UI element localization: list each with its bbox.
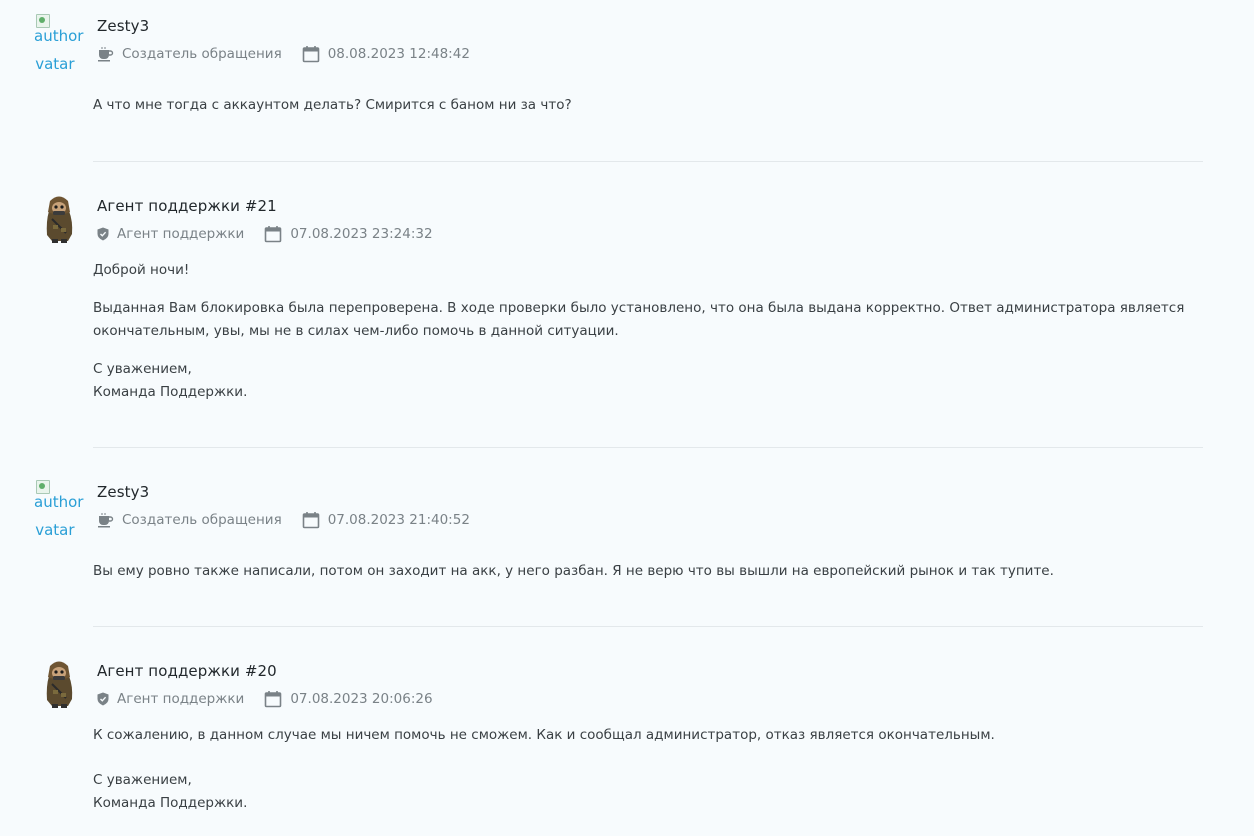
author-name[interactable]: Агент поддержки #20 (97, 662, 277, 680)
message-paragraph: С уважением, (93, 361, 192, 377)
message-body: Доброй ночи! Выданная Вам блокировка был… (93, 259, 1203, 404)
avatar-alt-text: avatar (34, 521, 75, 539)
author-name[interactable]: Zesty3 (97, 483, 149, 501)
message-date: 07.08.2023 20:06:26 (290, 691, 433, 707)
agent-avatar (46, 196, 73, 243)
author-name[interactable]: Агент поддержки #21 (97, 197, 277, 215)
message-date: 07.08.2023 21:40:52 (327, 512, 470, 528)
calendar-icon (264, 225, 282, 243)
author-role: Агент поддержки (117, 691, 245, 707)
agent-avatar (46, 661, 73, 708)
message-paragraph: Команда Поддержки. (93, 384, 248, 400)
calendar-icon (302, 511, 320, 529)
message-date: 08.08.2023 12:48:42 (327, 46, 470, 62)
author-role: Агент поддержки (117, 226, 245, 242)
message-paragraph: Доброй ночи! (93, 262, 190, 278)
broken-image-icon (36, 14, 50, 28)
message-paragraph: К сожалению, в данном случае мы ничем по… (93, 727, 995, 743)
author-avatar: author avatar (34, 480, 84, 540)
message-body: Вы ему ровно также написали, потом он за… (93, 560, 1203, 583)
message-divider (93, 626, 1203, 627)
message-body: К сожалению, в данном случае мы ничем по… (93, 724, 1203, 815)
message-meta: Создатель обращения 07.08.2023 21:40:52 (97, 511, 470, 529)
coffee-cup-icon (97, 512, 114, 528)
avatar-alt-text: avatar (34, 55, 75, 73)
message-meta: Агент поддержки 07.08.2023 20:06:26 (97, 690, 433, 708)
message-date: 07.08.2023 23:24:32 (290, 226, 433, 242)
message-meta: Агент поддержки 07.08.2023 23:24:32 (97, 225, 433, 243)
author-role: Создатель обращения (122, 46, 282, 62)
ticket-thread: author avatar Zesty3 Создатель обращения… (0, 0, 1254, 836)
message-paragraph: С уважением, (93, 772, 192, 788)
message-paragraph: Выданная Вам блокировка была перепровере… (93, 300, 1185, 339)
calendar-icon (302, 45, 320, 63)
shield-icon (97, 692, 109, 706)
message-body: А что мне тогда с аккаунтом делать? Смир… (93, 94, 1203, 117)
coffee-cup-icon (97, 46, 114, 62)
broken-image-icon (36, 480, 50, 494)
message-paragraph: А что мне тогда с аккаунтом делать? Смир… (93, 97, 572, 113)
author-avatar: author avatar (34, 14, 84, 74)
calendar-icon (264, 690, 282, 708)
message-meta: Создатель обращения 08.08.2023 12:48:42 (97, 45, 470, 63)
message-divider (93, 447, 1203, 448)
message-divider (93, 161, 1203, 162)
author-name[interactable]: Zesty3 (97, 17, 149, 35)
author-role: Создатель обращения (122, 512, 282, 528)
shield-icon (97, 227, 109, 241)
message-paragraph: Вы ему ровно также написали, потом он за… (93, 563, 1054, 579)
message-paragraph: Команда Поддержки. (93, 795, 248, 811)
